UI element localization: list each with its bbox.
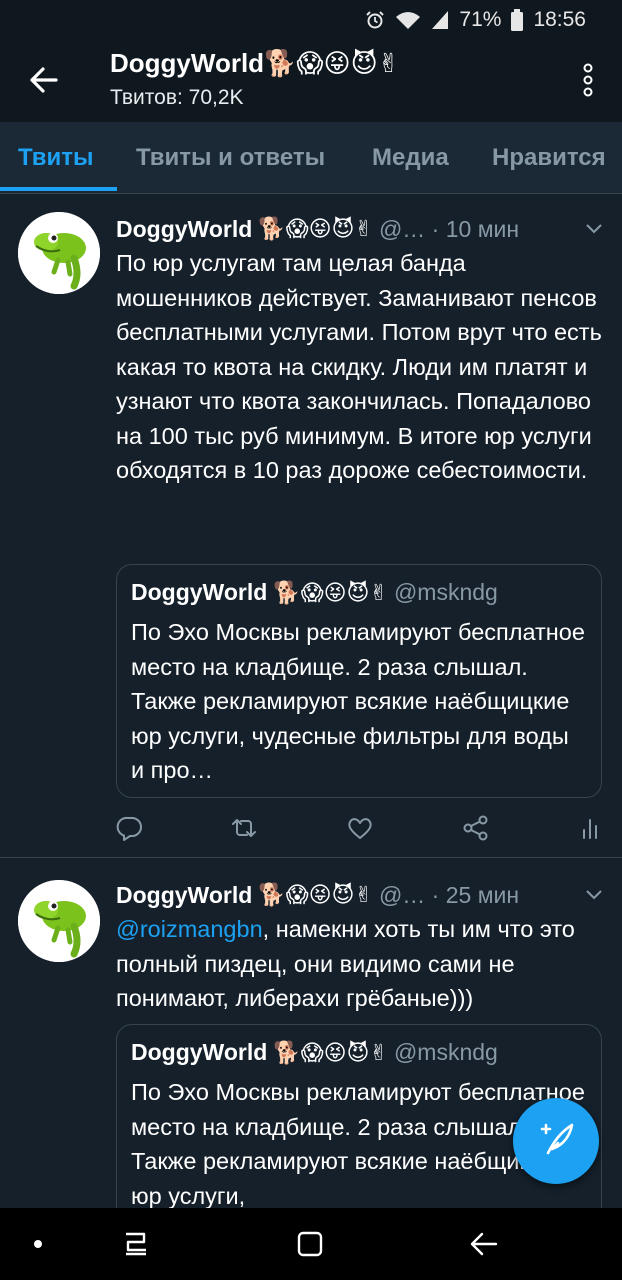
retweet-icon[interactable] <box>230 814 258 842</box>
profile-name: DoggyWorld🐕😱😝😈✌ <box>110 48 400 78</box>
quoted-tweet-header: DoggyWorld 🐕😱😝😈✌ @mskndg <box>131 579 498 606</box>
quoted-tweet-header: DoggyWorld 🐕😱😝😈✌ @mskndg <box>131 1039 498 1066</box>
author-emojis: 🐕😱😝😈✌ <box>258 882 373 907</box>
status-bar: 71% 18:56 <box>0 0 622 40</box>
tab-media[interactable]: Медиа <box>372 122 449 193</box>
quoted-author-name: DoggyWorld <box>131 579 268 605</box>
alarm-icon <box>365 10 385 30</box>
quoted-author-handle: @mskndg <box>393 579 498 605</box>
active-tab-indicator <box>0 187 117 191</box>
tweet-actions <box>116 814 606 844</box>
tweet-text: По юр услугам там целая банда мошенников… <box>116 250 602 483</box>
quoted-author-name: DoggyWorld <box>131 1039 268 1065</box>
back-arrow-icon[interactable] <box>24 60 64 100</box>
quoted-author-emojis: 🐕😱😝😈✌ <box>273 1039 388 1065</box>
wifi-icon <box>395 10 421 30</box>
system-navigation-bar <box>0 1208 622 1280</box>
avatar[interactable] <box>18 880 100 962</box>
quoted-tweet-text: По Эхо Москвы рекламируют бесплатное мес… <box>131 619 585 783</box>
signal-icon <box>431 10 449 30</box>
tweet-header: DoggyWorld 🐕😱😝😈✌ @… · 25 мин <box>116 880 519 910</box>
tweet[interactable]: DoggyWorld 🐕😱😝😈✌ @… · 10 мин По юр услуга… <box>0 194 622 858</box>
compose-tweet-icon <box>534 1117 578 1166</box>
share-icon[interactable] <box>462 814 490 842</box>
tweet-header: DoggyWorld 🐕😱😝😈✌ @… · 10 мин <box>116 214 519 244</box>
chevron-down-icon[interactable] <box>584 218 604 238</box>
reply-icon[interactable] <box>116 814 144 842</box>
tweet-text: @roizmangbn, намекни хоть ты им что это … <box>116 912 602 1016</box>
battery-icon <box>511 9 524 31</box>
home-icon[interactable] <box>290 1224 330 1264</box>
like-icon[interactable] <box>346 814 374 842</box>
mention-link[interactable]: @roizmangbn <box>116 916 263 942</box>
analytics-icon[interactable] <box>576 814 604 842</box>
tweet-meta: @… · 10 мин <box>378 215 520 242</box>
more-vertical-icon[interactable] <box>582 60 594 100</box>
tab-tweets[interactable]: Твиты <box>18 122 94 193</box>
compose-tweet-button[interactable] <box>513 1098 599 1184</box>
battery-percent: 71% <box>459 8 502 31</box>
avatar[interactable] <box>18 212 100 294</box>
tweet-meta: @… · 25 мин <box>378 881 520 908</box>
quoted-author-emojis: 🐕😱😝😈✌ <box>273 579 388 605</box>
tweet-count: Твитов: 70,2K <box>110 86 244 109</box>
chevron-down-icon[interactable] <box>584 884 604 904</box>
author-emojis: 🐕😱😝😈✌ <box>258 216 373 241</box>
back-icon[interactable] <box>464 1224 504 1264</box>
profile-tabs: Твиты Твиты и ответы Медиа Нравится <box>0 122 622 194</box>
quoted-author-handle: @mskndg <box>393 1039 498 1065</box>
dot-icon[interactable] <box>18 1224 58 1264</box>
tab-tweets-and-replies[interactable]: Твиты и ответы <box>136 122 325 193</box>
quoted-tweet[interactable]: DoggyWorld 🐕😱😝😈✌ @mskndg По Эхо Москвы ре… <box>116 564 602 798</box>
author-name[interactable]: DoggyWorld <box>116 216 252 243</box>
recents-icon[interactable] <box>116 1224 156 1264</box>
tab-likes[interactable]: Нравится <box>492 122 606 193</box>
clock: 18:56 <box>533 8 586 31</box>
author-name[interactable]: DoggyWorld <box>116 882 252 909</box>
profile-header: DoggyWorld🐕😱😝😈✌ Твитов: 70,2K <box>0 40 622 122</box>
